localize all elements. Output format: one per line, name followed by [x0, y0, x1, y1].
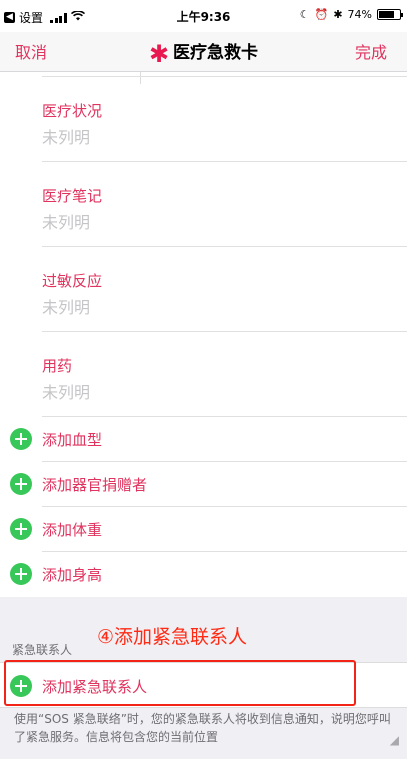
add-row-label[interactable]: 添加体重	[42, 519, 102, 540]
bluetooth-icon: ✱	[333, 8, 343, 21]
page-title-text: 医疗急救卡	[173, 43, 259, 63]
add-weight-row[interactable]: 添加体重	[0, 507, 407, 552]
step-annotation: ④添加紧急联系人	[97, 626, 248, 648]
add-row-label[interactable]: 添加身高	[42, 564, 102, 585]
field-medical-conditions[interactable]: 医疗状况 未列明	[42, 77, 407, 162]
add-icon[interactable]	[10, 473, 32, 495]
field-label: 医疗状况	[42, 102, 103, 120]
field-value[interactable]: 未列明	[42, 124, 90, 148]
alarm-icon: ⏰	[314, 8, 329, 21]
add-icon[interactable]	[10, 563, 32, 585]
add-row-label[interactable]: 添加器官捐赠者	[42, 474, 147, 495]
add-blood-type-row[interactable]: 添加血型	[0, 417, 407, 462]
watermark-icon: ◢	[389, 733, 399, 747]
add-icon[interactable]	[10, 428, 32, 450]
medical-star-icon: ✱	[148, 40, 170, 68]
field-label: 用药	[42, 357, 73, 375]
field-value[interactable]: 未列明	[42, 294, 90, 318]
battery-fill	[379, 11, 394, 18]
status-bar: ◀ 设置 上午9:36 ☾ ⏰ ✱ 74%	[0, 0, 407, 32]
field-value[interactable]: 未列明	[42, 379, 90, 403]
page-title: ✱ 医疗急救卡	[0, 38, 407, 66]
field-label: 过敏反应	[42, 272, 103, 290]
field-label: 医疗笔记	[42, 187, 103, 205]
field-allergies[interactable]: 过敏反应 未列明	[42, 247, 407, 332]
field-medications[interactable]: 用药 未列明	[42, 332, 407, 417]
field-value[interactable]: 未列明	[42, 209, 90, 233]
add-row-label[interactable]: 添加血型	[42, 429, 102, 450]
done-button[interactable]: 完成	[355, 39, 387, 63]
add-organ-donor-row[interactable]: 添加器官捐赠者	[0, 462, 407, 507]
add-icon[interactable]	[10, 518, 32, 540]
battery-icon	[377, 9, 403, 20]
highlight-box	[4, 660, 356, 706]
nav-bar: 取消 ✱ 医疗急救卡 完成	[0, 32, 407, 72]
field-medical-notes[interactable]: 医疗笔记 未列明	[42, 162, 407, 247]
moon-icon: ☾	[299, 8, 310, 21]
add-height-row[interactable]: 添加身高	[0, 552, 407, 597]
section-header: 紧急联系人	[12, 643, 73, 657]
battery-percent: 74%	[347, 8, 372, 21]
emergency-footer-text: 使用“SOS 紧急联络”时，您的紧急联系人将收到信息通知，说明您呼叫了紧急服务。…	[14, 712, 391, 744]
status-right: ☾ ⏰ ✱ 74%	[299, 8, 403, 21]
